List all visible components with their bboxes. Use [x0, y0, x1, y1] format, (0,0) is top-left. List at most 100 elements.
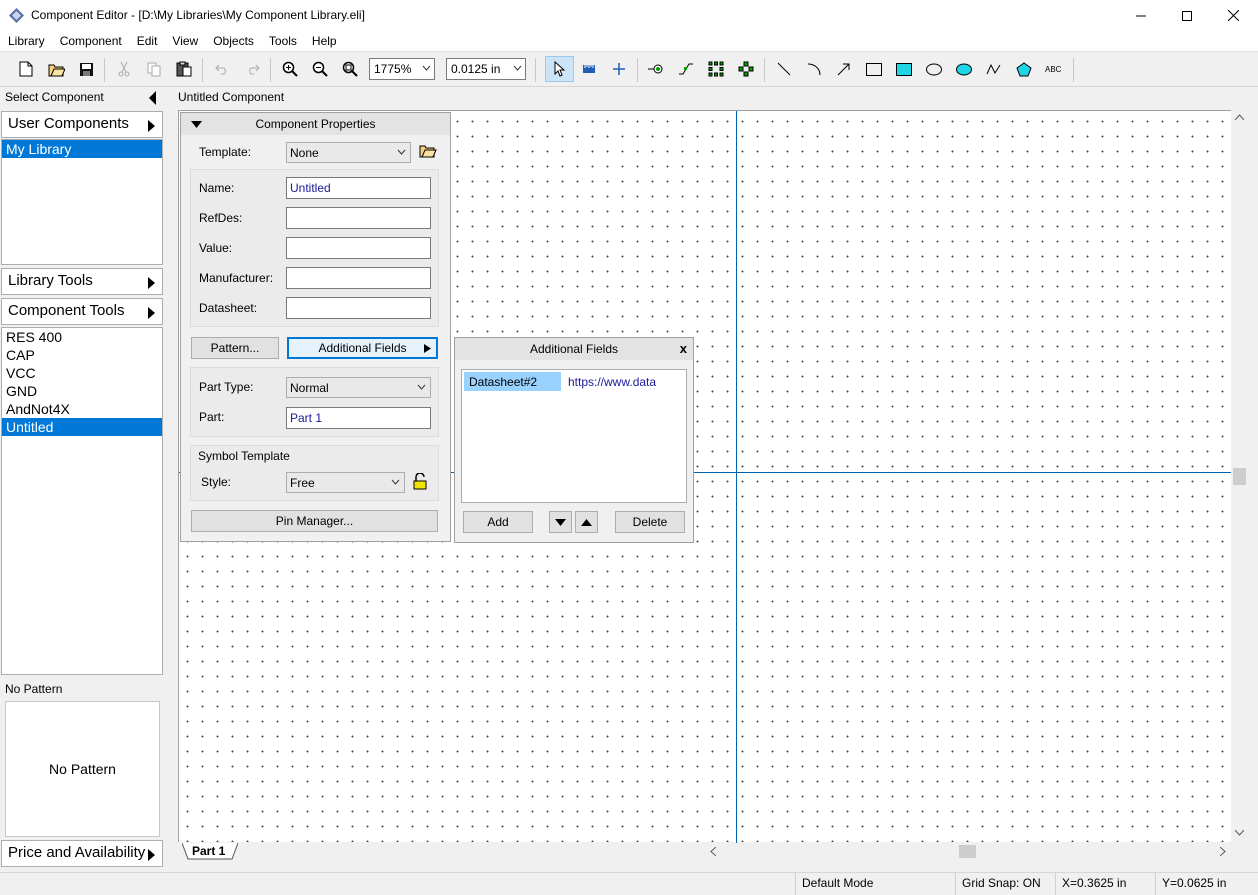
polygon-icon[interactable] [1012, 58, 1036, 80]
filled-ellipse-icon[interactable] [952, 58, 976, 80]
line-icon[interactable] [772, 58, 796, 80]
user-components-button[interactable]: User Components [1, 111, 163, 138]
part-type-select[interactable]: Normal [286, 377, 431, 398]
crosshair-icon[interactable] [607, 58, 631, 80]
zoom-out-icon[interactable] [308, 58, 332, 80]
open-icon[interactable] [44, 58, 68, 80]
chevron-right-icon [148, 120, 155, 132]
additional-fields-list[interactable]: Datasheet#2 https://www.data [461, 369, 687, 503]
net-icon[interactable] [674, 58, 698, 80]
additional-fields-button[interactable]: Additional Fields [287, 337, 438, 359]
undo-icon[interactable] [210, 58, 234, 80]
tab-part-1[interactable]: Part 1 [192, 844, 225, 858]
pin-group-icon[interactable] [734, 58, 758, 80]
folder-open-icon[interactable] [419, 143, 437, 158]
field-name-cell[interactable]: Datasheet#2 [464, 372, 561, 391]
vertical-scrollbar[interactable] [1231, 110, 1248, 842]
refdes-field[interactable] [286, 207, 431, 229]
close-icon[interactable]: x [680, 338, 687, 360]
component-tools-button[interactable]: Component Tools [1, 298, 163, 325]
zoom-fit-icon[interactable] [338, 58, 362, 80]
move-down-button[interactable] [549, 511, 572, 533]
add-field-button[interactable]: Add [463, 511, 533, 533]
rectangle-icon[interactable] [862, 58, 886, 80]
scroll-right-icon[interactable] [1220, 847, 1226, 856]
template-select[interactable]: None [286, 142, 411, 163]
price-availability-button[interactable]: Price and Availability [1, 840, 163, 867]
vertical-scroll-thumb[interactable] [1233, 468, 1246, 485]
list-item[interactable]: CAP [2, 346, 162, 364]
zoom-in-icon[interactable] [278, 58, 302, 80]
close-button[interactable] [1210, 0, 1256, 31]
manufacturer-field[interactable] [286, 267, 431, 289]
menu-view[interactable]: View [164, 31, 205, 51]
collapse-left-icon[interactable] [149, 91, 157, 105]
component-list[interactable]: RES 400 CAP VCC GND AndNot4X Untitled [1, 327, 163, 675]
additional-fields-header: Additional Fields x [455, 338, 693, 360]
pin-icon[interactable] [644, 58, 668, 80]
select-arrow-icon[interactable] [545, 56, 574, 82]
component-properties-title: Component Properties [255, 117, 376, 131]
list-item[interactable]: AndNot4X [2, 400, 162, 418]
pattern-button[interactable]: Pattern... [191, 337, 279, 359]
menu-component[interactable]: Component [52, 31, 129, 51]
maximize-button[interactable] [1164, 0, 1210, 31]
polyline-icon[interactable] [982, 58, 1006, 80]
component-properties-header[interactable]: Component Properties [181, 113, 450, 135]
menu-help[interactable]: Help [304, 31, 344, 51]
arc-icon[interactable] [802, 58, 826, 80]
menu-tools[interactable]: Tools [261, 31, 304, 51]
copy-icon[interactable] [142, 58, 166, 80]
pin-array-icon[interactable] [704, 58, 728, 80]
list-item[interactable]: Untitled [2, 418, 162, 436]
name-label: Name: [199, 181, 235, 195]
list-item[interactable]: RES 400 [2, 328, 162, 346]
library-list[interactable]: My Library [1, 139, 163, 265]
minimize-button[interactable] [1118, 0, 1164, 31]
collapse-triangle-icon[interactable] [191, 121, 202, 128]
library-item-my-library[interactable]: My Library [2, 140, 162, 158]
move-up-button[interactable] [575, 511, 598, 533]
unlock-icon[interactable] [413, 473, 427, 490]
style-select[interactable]: Free [286, 472, 405, 493]
menu-edit[interactable]: Edit [129, 31, 165, 51]
app-diamond-icon [9, 8, 24, 23]
cut-icon[interactable] [112, 58, 136, 80]
menu-library[interactable]: Library [0, 31, 52, 51]
tab-bar: Part 1 [178, 843, 706, 860]
new-icon[interactable] [14, 58, 38, 80]
title-bar: Component Editor - [D:\My Libraries\My C… [0, 0, 1258, 31]
field-value-cell[interactable]: https://www.data [568, 372, 666, 391]
part-field[interactable]: Part 1 [286, 407, 431, 429]
status-grid-snap: Grid Snap: ON [955, 873, 1055, 895]
delete-field-button[interactable]: Delete [615, 511, 685, 533]
scroll-down-icon[interactable] [1235, 830, 1244, 836]
ellipse-icon[interactable] [922, 58, 946, 80]
redo-icon[interactable] [240, 58, 264, 80]
name-field[interactable]: Untitled [286, 177, 431, 199]
list-item[interactable]: VCC [2, 364, 162, 382]
minimize-icon [1136, 15, 1146, 16]
datasheet-field[interactable] [286, 297, 431, 319]
horizontal-scroll-thumb[interactable] [959, 845, 976, 858]
grid-combo[interactable]: 0.0125 in [446, 58, 526, 80]
text-icon[interactable]: ABC [1042, 58, 1068, 80]
maximize-icon [1182, 10, 1192, 21]
chevron-right-icon [148, 307, 155, 319]
style-value: Free [290, 476, 315, 490]
pin-manager-button[interactable]: Pin Manager... [191, 510, 438, 532]
value-field[interactable] [286, 237, 431, 259]
horizontal-scrollbar[interactable] [706, 843, 1231, 860]
save-icon[interactable] [74, 58, 98, 80]
paste-icon[interactable] [172, 58, 196, 80]
menu-objects[interactable]: Objects [205, 31, 261, 51]
scroll-up-icon[interactable] [1235, 114, 1244, 120]
style-label: Style: [201, 475, 232, 489]
filled-rectangle-icon[interactable] [892, 58, 916, 80]
ruler-icon[interactable] [577, 58, 601, 80]
list-item[interactable]: GND [2, 382, 162, 400]
arrow-icon[interactable] [832, 58, 856, 80]
scroll-left-icon[interactable] [710, 847, 716, 856]
zoom-combo[interactable]: 1775% [369, 58, 435, 80]
library-tools-button[interactable]: Library Tools [1, 268, 163, 295]
